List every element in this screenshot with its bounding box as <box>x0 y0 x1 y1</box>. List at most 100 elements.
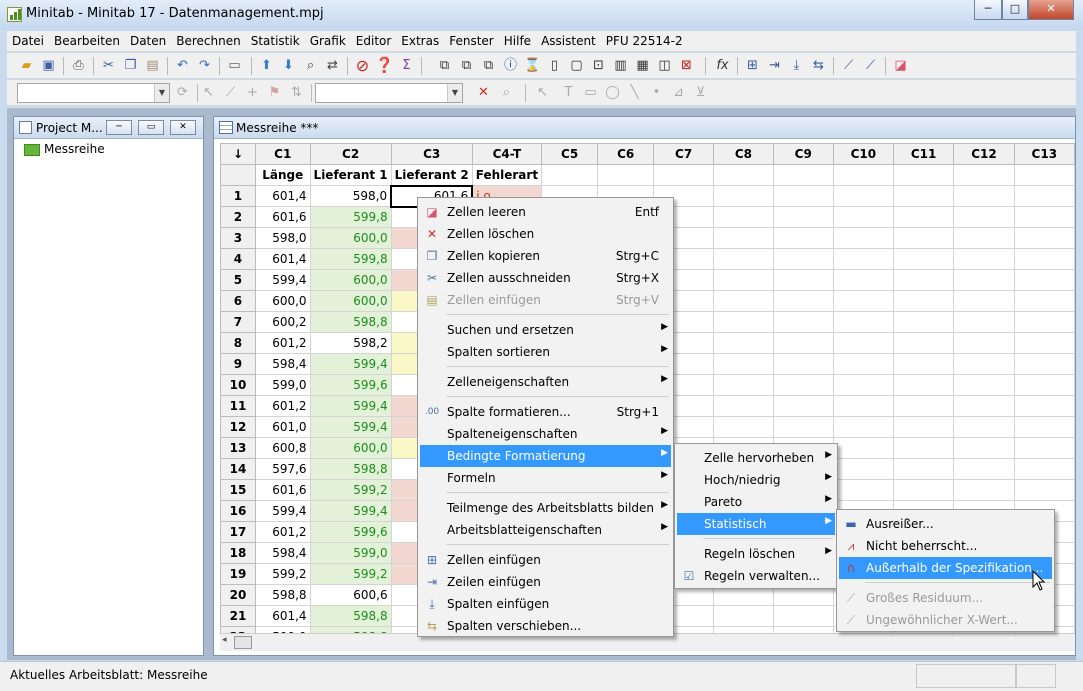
cell-c2[interactable]: 600,0 <box>309 269 392 291</box>
open-folder-icon[interactable]: ▰ <box>17 56 36 75</box>
cell-empty[interactable] <box>1013 416 1075 438</box>
menu-11[interactable]: PFU 22514-2 <box>601 34 688 48</box>
cell-empty[interactable] <box>892 185 955 207</box>
row-header[interactable]: 3 <box>220 227 256 249</box>
sigma-icon[interactable]: Σ <box>397 56 416 75</box>
column-name-cell[interactable] <box>892 164 955 186</box>
cell-empty[interactable] <box>832 248 894 270</box>
panel-minimize-button[interactable]: ─ <box>106 120 132 135</box>
row-header[interactable]: 15 <box>220 479 256 501</box>
cell-empty[interactable] <box>713 248 774 270</box>
cell-empty[interactable] <box>953 437 1015 459</box>
cell-empty[interactable] <box>953 416 1015 438</box>
menu-item[interactable]: Bedingte Formatierung ▶ <box>420 445 671 467</box>
close-button[interactable]: ✕ <box>1028 0 1074 20</box>
cell-empty[interactable] <box>772 248 834 270</box>
cell-c2[interactable]: 600,0 <box>309 290 392 312</box>
eraser-icon[interactable]: ◪ <box>891 56 910 75</box>
column-name-cell[interactable] <box>832 164 894 186</box>
row-header[interactable]: 16 <box>220 500 256 522</box>
menu-item[interactable]: Pareto ▶ <box>677 491 835 513</box>
session-icon[interactable]: ⧉ <box>435 56 454 75</box>
binoculars-icon[interactable]: ⌕ <box>301 56 320 75</box>
cell-empty[interactable] <box>713 374 774 396</box>
cell-empty[interactable] <box>892 437 955 459</box>
menu-item[interactable]: Arbeitsblatteigenschaften ▶ <box>420 519 671 541</box>
cell-empty[interactable] <box>772 311 834 333</box>
graphs-icon[interactable]: ⧉ <box>479 56 498 75</box>
cell-empty[interactable] <box>953 248 1015 270</box>
menu-2[interactable]: Daten <box>125 34 171 48</box>
cell-c2[interactable]: 600,0 <box>309 227 392 249</box>
cell-c2[interactable]: 599,4 <box>309 416 392 438</box>
cell-c2[interactable]: 599,4 <box>309 395 392 417</box>
menu-item[interactable]: ⤓ Spalten einfügen <box>420 593 671 615</box>
menu-5[interactable]: Grafik <box>305 34 351 48</box>
save-icon[interactable]: ▣ <box>39 56 58 75</box>
manage-icon[interactable]: ▥ <box>611 56 630 75</box>
paste-icon[interactable]: ▤ <box>143 56 162 75</box>
row-header[interactable]: 18 <box>220 542 256 564</box>
row-header[interactable]: 21 <box>220 605 256 627</box>
window-icon[interactable]: ▭ <box>225 56 244 75</box>
cell-c2[interactable]: 599,6 <box>309 521 392 543</box>
cell-empty[interactable] <box>772 227 834 249</box>
row-header[interactable]: 10 <box>220 374 256 396</box>
menu-item[interactable]: ◪ Zellen leeren Entf <box>420 201 671 223</box>
cell-c1[interactable]: 601,4 <box>254 605 311 627</box>
cell-c2[interactable]: 598,8 <box>309 311 392 333</box>
cell-c2[interactable]: 599,6 <box>309 374 392 396</box>
cell-empty[interactable] <box>892 269 955 291</box>
cell-empty[interactable] <box>713 269 774 291</box>
cell-empty[interactable] <box>892 458 955 480</box>
column-header[interactable]: C9 <box>772 143 834 165</box>
cell-empty[interactable] <box>953 458 1015 480</box>
cell-empty[interactable] <box>1013 479 1075 501</box>
column-name-cell[interactable] <box>1013 164 1075 186</box>
cell-c1[interactable]: 601,0 <box>254 416 311 438</box>
menu-item[interactable]: Hoch/niedrig ▶ <box>677 469 835 491</box>
cell-empty[interactable] <box>772 185 834 207</box>
cell-empty[interactable] <box>1013 311 1075 333</box>
cell-empty[interactable] <box>892 416 955 438</box>
menu-1[interactable]: Bearbeiten <box>49 34 125 48</box>
cell-empty[interactable] <box>892 290 955 312</box>
chevron-down-icon[interactable]: ▼ <box>154 84 169 102</box>
cell-empty[interactable] <box>1013 458 1075 480</box>
cell-empty[interactable] <box>713 206 774 228</box>
new-icon[interactable]: ▢ <box>567 56 586 75</box>
cell-empty[interactable] <box>713 395 774 417</box>
cell-c1[interactable]: 599,2 <box>254 563 311 585</box>
menu-item[interactable]: Spalteneigenschaften ▶ <box>420 423 671 445</box>
tree-item-messreihe[interactable]: Messreihe <box>44 142 105 156</box>
menu-6[interactable]: Editor <box>351 34 397 48</box>
cell-c2[interactable]: 600,6 <box>309 584 392 606</box>
row-header[interactable]: 19 <box>220 563 256 585</box>
arrow-up-icon[interactable]: ⬆ <box>257 56 276 75</box>
cell-empty[interactable] <box>832 269 894 291</box>
cell-c2[interactable]: 598,8 <box>309 605 392 627</box>
table-icon[interactable]: ▦ <box>633 56 652 75</box>
graph-select-combo[interactable]: ▼ <box>17 83 170 103</box>
cell-empty[interactable] <box>832 353 894 375</box>
cell-empty[interactable] <box>713 185 774 207</box>
cell-empty[interactable] <box>892 332 955 354</box>
cell-c1[interactable]: 600,0 <box>254 290 311 312</box>
cell-c2[interactable]: 599,2 <box>309 479 392 501</box>
column-header[interactable]: C10 <box>832 143 894 165</box>
arrow-down-icon[interactable]: ⬇ <box>279 56 298 75</box>
cell-empty[interactable] <box>832 479 894 501</box>
cell-c2[interactable]: 598,0 <box>309 185 392 207</box>
cell-empty[interactable] <box>1013 185 1075 207</box>
row-header[interactable]: 8 <box>220 332 256 354</box>
cell-empty[interactable] <box>832 206 894 228</box>
cell-empty[interactable] <box>953 290 1015 312</box>
cell-empty[interactable] <box>832 416 894 438</box>
cell-empty[interactable] <box>1013 248 1075 270</box>
column-name-cell[interactable] <box>541 164 599 186</box>
cell-empty[interactable] <box>953 269 1015 291</box>
menu-item[interactable]: ▬ Ausreißer... <box>839 513 1052 535</box>
cut-icon[interactable]: ✂ <box>99 56 118 75</box>
brush-icon[interactable]: ⟋ <box>839 56 858 75</box>
maximize-button[interactable]: □ <box>1002 0 1028 20</box>
